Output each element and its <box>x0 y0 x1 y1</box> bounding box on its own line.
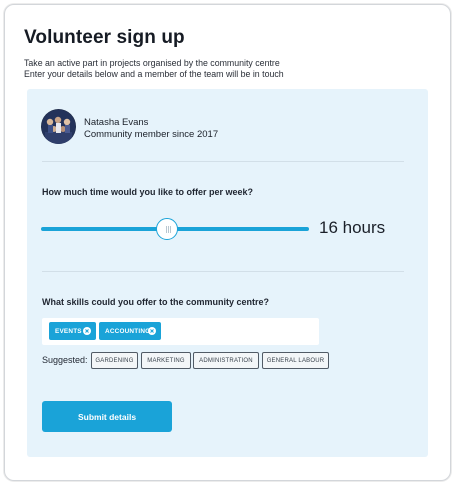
slider-thumb[interactable] <box>156 218 178 240</box>
x-circle-icon[interactable] <box>148 327 156 335</box>
profile-member-since: Community member since 2017 <box>84 129 219 140</box>
suggested-skill-administration[interactable]: ADMINISTRATION <box>193 352 259 369</box>
page-subtitle-line-2: Enter your details below and a member of… <box>24 69 284 79</box>
hours-slider[interactable] <box>41 218 309 242</box>
avatar <box>41 109 76 144</box>
grip-line <box>169 226 171 233</box>
skills-input[interactable]: EVENTS ACCOUNTING <box>42 318 319 345</box>
submit-button[interactable]: Submit details <box>42 401 172 432</box>
suggested-label: Suggested: <box>42 355 88 365</box>
suggested-skill-general-labour[interactable]: GENERAL LABOUR <box>262 352 329 369</box>
page-subtitle-line-1: Take an active part in projects organise… <box>24 58 280 68</box>
hours-value: 16 hours <box>319 218 386 237</box>
divider <box>42 161 404 162</box>
skill-chip-label: ACCOUNTING <box>105 327 151 335</box>
grip-lines-icon <box>165 226 167 233</box>
page-title: Volunteer sign up <box>24 27 185 48</box>
x-circle-icon[interactable] <box>83 327 91 335</box>
suggested-skill-marketing[interactable]: MARKETING <box>141 352 191 369</box>
skills-question: What skills could you offer to the commu… <box>42 297 270 307</box>
skill-chip-label: EVENTS <box>55 327 82 335</box>
profile-name: Natasha Evans <box>84 117 149 128</box>
time-question: How much time would you like to offer pe… <box>42 187 254 197</box>
suggested-skill-gardening[interactable]: GARDENING <box>91 352 138 369</box>
divider <box>42 271 404 272</box>
skill-chip-accounting[interactable]: ACCOUNTING <box>99 322 161 340</box>
skill-chip-events[interactable]: EVENTS <box>49 322 96 340</box>
grip-line <box>167 226 169 233</box>
